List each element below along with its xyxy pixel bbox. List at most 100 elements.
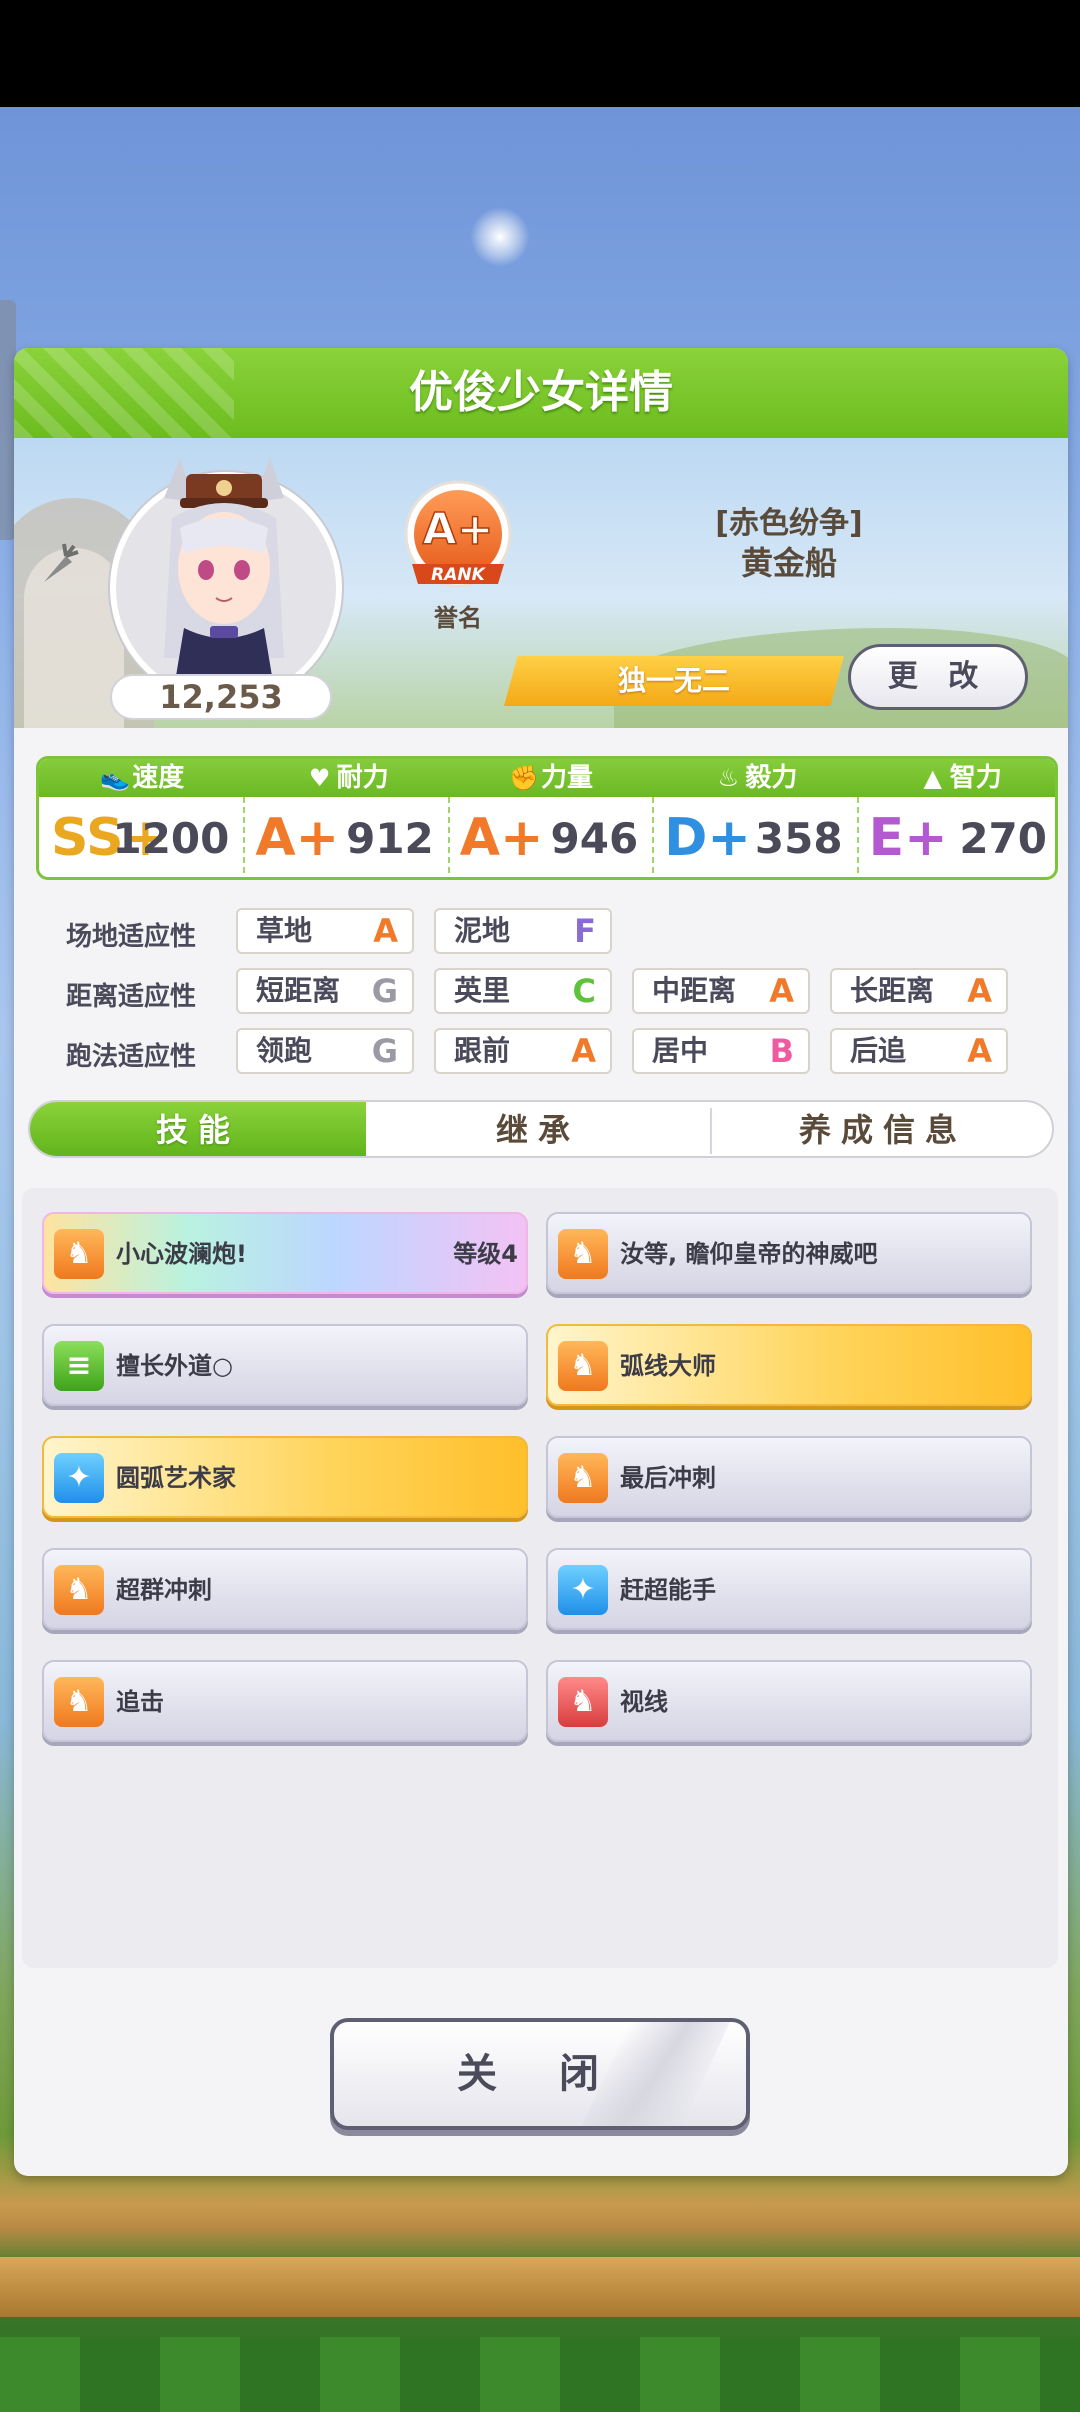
running-horse-icon: ♞	[54, 1677, 104, 1727]
running-horse-icon: ♞	[558, 1453, 608, 1503]
skill-name: 最后冲刺	[620, 1464, 716, 1492]
aptitude-grade: A	[967, 1032, 992, 1070]
aptitude-track-1: 泥地 F	[434, 908, 612, 954]
aptitude-style-0: 领跑 G	[236, 1028, 414, 1074]
aptitude-label-distance: 距离适应性	[66, 982, 197, 1012]
aptitude-grade: A	[373, 912, 398, 950]
horse-silhouette-icon: ♞	[558, 1677, 608, 1727]
stat-0: 👟速度 SS+ 1200	[39, 759, 244, 877]
skill-card[interactable]: ♞ 小心波澜炮! 等级4	[42, 1212, 528, 1294]
flame-icon: ♨	[717, 764, 740, 792]
stat-grade: SS+	[51, 808, 168, 868]
stat-label: 👟速度	[39, 759, 244, 797]
stat-label: ♥ 耐力	[243, 759, 448, 797]
skill-card[interactable]: ♞ 汝等, 瞻仰皇帝的神威吧	[546, 1212, 1032, 1294]
stat-label: ▲ 智力	[856, 759, 1055, 797]
skill-card[interactable]: ♞ 追击	[42, 1660, 528, 1742]
heart-icon: ♥	[308, 764, 331, 792]
dialog-header: 优俊少女详情	[14, 348, 1068, 438]
skill-card[interactable]: ≡ 擅长外道○	[42, 1324, 528, 1406]
tab-1[interactable]: 继承	[366, 1102, 710, 1156]
dialog-title: 优俊少女详情	[409, 367, 673, 418]
tab-0[interactable]: 技能	[30, 1102, 366, 1156]
skill-card[interactable]: ♞ 超群冲刺	[42, 1548, 528, 1630]
epithet-banner: 独一无二	[504, 656, 844, 706]
skill-list: ♞ 小心波澜炮! 等级4 ♞ 汝等, 瞻仰皇帝的神威吧 ≡ 擅长外道○ ♞ 弧线大师 ✦ 圆弧艺术家…	[22, 1188, 1058, 1968]
aptitude-name: 草地	[256, 914, 313, 947]
stat-value: 912	[346, 814, 434, 863]
skill-name: 追击	[116, 1688, 164, 1716]
fence	[0, 2257, 1080, 2317]
running-horse-icon: ♞	[558, 1341, 608, 1391]
aptitude-grade: A	[967, 972, 992, 1010]
stat-divider	[856, 797, 859, 877]
rank-word: RANK	[431, 565, 486, 585]
stat-value: 270	[959, 814, 1047, 863]
skill-name: 圆弧艺术家	[116, 1464, 236, 1492]
aptitude-style-1: 跟前 A	[434, 1028, 612, 1074]
tab-separator	[710, 1108, 712, 1154]
stat-label-text: 智力	[949, 763, 1002, 793]
change-button[interactable]: 更 改	[848, 644, 1028, 710]
aptitude-grade: A	[571, 1032, 596, 1070]
stat-grade: E+	[868, 808, 948, 868]
skill-card[interactable]: ✦ 赶超能手	[546, 1548, 1032, 1630]
skill-name: 擅长外道○	[116, 1352, 233, 1380]
umamusume-details-dialog: 优俊少女详情 12,253 A+ RANK 誉名 [赤色纷争] 黄金船 独一无二…	[14, 348, 1068, 2176]
aptitude-distance-3: 长距离 A	[830, 968, 1008, 1014]
tab-2[interactable]: 养成信息	[710, 1102, 1052, 1156]
skill-name: 视线	[620, 1688, 668, 1716]
aptitude-name: 短距离	[256, 974, 341, 1007]
status-bar	[0, 0, 1080, 107]
aptitude-track-0: 草地 A	[236, 908, 414, 954]
close-button[interactable]: 关 闭	[330, 2018, 750, 2130]
skill-name: 赶超能手	[620, 1576, 716, 1604]
running-horse-icon: ♞	[54, 1565, 104, 1615]
stat-2: ✊力量 A+ 946	[447, 759, 653, 877]
aptitude-grade: A	[769, 972, 794, 1010]
skill-level: 等级4	[453, 1240, 518, 1268]
aptitude-name: 长距离	[850, 974, 935, 1007]
stat-divider	[652, 797, 655, 877]
stat-value: 358	[754, 814, 843, 863]
hedge	[0, 2337, 1080, 2412]
aptitude-name: 跟前	[454, 1034, 511, 1067]
aptitude-distance-0: 短距离 G	[236, 968, 414, 1014]
aptitude-grade: C	[572, 972, 596, 1010]
fans-count: 12,253	[110, 674, 332, 720]
stat-value: 946	[550, 814, 639, 863]
aptitude-label-style: 跑法适应性	[66, 1042, 197, 1072]
rank-label: 誉名	[434, 604, 482, 632]
stat-label-text: 速度	[132, 763, 185, 793]
aptitude-name: 英里	[454, 974, 511, 1007]
skill-card[interactable]: ✦ 圆弧艺术家	[42, 1436, 528, 1518]
rank-grade: A+	[423, 504, 494, 555]
close-button-label: 关 闭	[457, 2051, 623, 2097]
stat-grade: A+	[255, 808, 340, 868]
sun-glare	[470, 207, 530, 267]
aptitude-distance-1: 英里 C	[434, 968, 612, 1014]
skill-name: 汝等, 瞻仰皇帝的神威吧	[620, 1240, 878, 1268]
profile-banner: 12,253 A+ RANK 誉名 [赤色纷争] 黄金船 独一无二 更 改	[14, 438, 1068, 728]
skill-name: 弧线大师	[620, 1352, 716, 1380]
stat-value: 1200	[112, 814, 230, 863]
skill-card[interactable]: ♞ 弧线大师	[546, 1324, 1032, 1406]
tab-bar: 技能 继承 养成信息	[28, 1100, 1054, 1158]
aptitude-grade: F	[574, 912, 596, 950]
stat-grade: D+	[664, 808, 751, 868]
aptitude-name: 泥地	[454, 914, 511, 947]
stat-grade: A+	[459, 808, 544, 868]
aptitude-label-track: 场地适应性	[66, 922, 197, 952]
rank-badge: A+ RANK	[404, 480, 512, 588]
aptitude-name: 中距离	[652, 974, 737, 1007]
running-horse-icon: ♞	[54, 1229, 104, 1279]
stat-divider	[243, 797, 246, 877]
stat-label-text: 力量	[540, 763, 593, 793]
skill-card[interactable]: ♞ 视线	[546, 1660, 1032, 1742]
aptitude-name: 领跑	[256, 1034, 313, 1067]
running-horse-icon: ♞	[558, 1229, 608, 1279]
skill-card[interactable]: ♞ 最后冲刺	[546, 1436, 1032, 1518]
aptitude-distance-2: 中距离 A	[632, 968, 810, 1014]
aptitude-grade: G	[371, 972, 398, 1010]
stats-panel: 👟速度 SS+ 1200 ♥ 耐力 A+ 912 ✊力量 A+ 946 ♨ 毅力 D+ 358 ▲ 智力 E+ 2…	[36, 756, 1058, 880]
